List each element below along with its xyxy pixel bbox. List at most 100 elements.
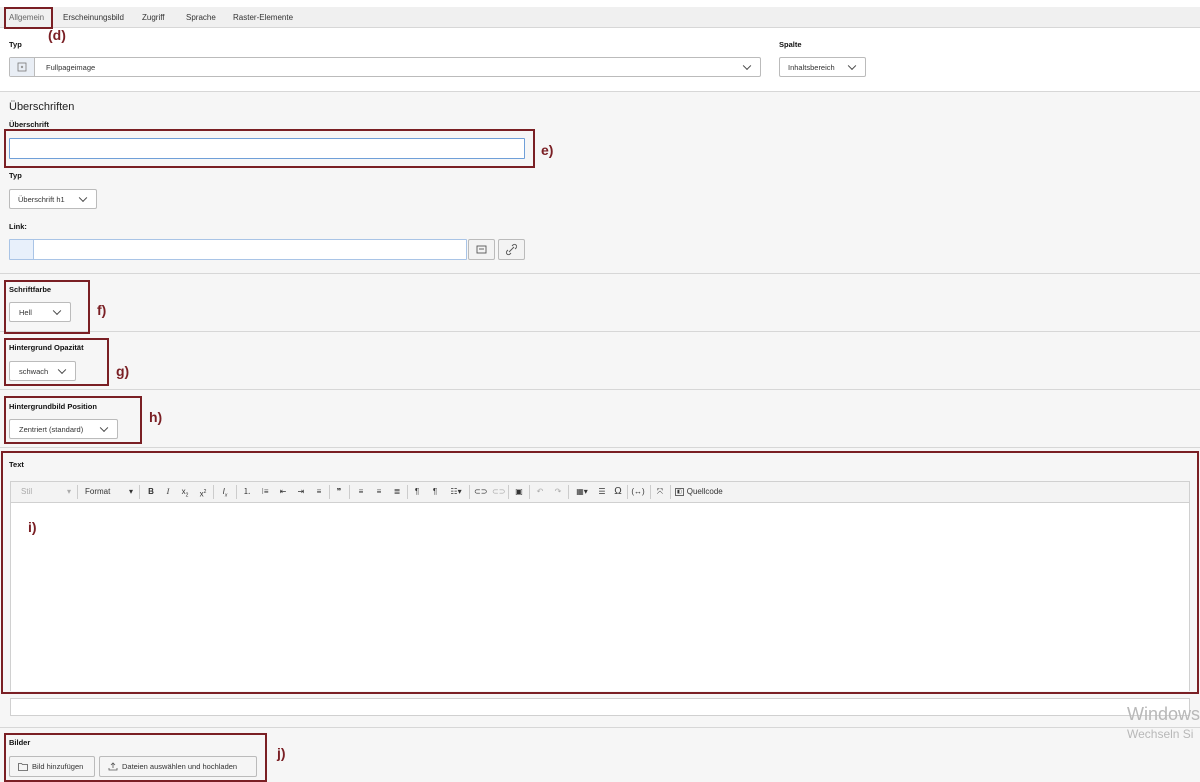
maximize-icon[interactable]: ⤧	[654, 485, 666, 499]
tab-sprache[interactable]: Sprache	[186, 7, 216, 28]
remove-format-icon[interactable]: Ix	[219, 485, 231, 499]
horizontal-rule-icon[interactable]: ☰	[596, 485, 608, 499]
rte-status-bar	[10, 698, 1190, 716]
bild-hinzufuegen-label: Bild hinzufügen	[32, 762, 84, 771]
outdent-icon[interactable]: ⇤	[277, 485, 289, 499]
unlink-icon[interactable]: ⊂⊃	[492, 485, 505, 499]
rte-toolbar: Stil ▾ Format ▾ B I x2 x2 Ix ⒈ ⁝≡ ⇤ ⇥ ≡ …	[10, 481, 1190, 503]
toolbar-separator	[213, 485, 214, 499]
annotation-f: f)	[97, 302, 107, 318]
tab-raster-elemente[interactable]: Raster-Elemente	[233, 7, 293, 28]
align-center-icon[interactable]: ≡	[373, 485, 385, 499]
bild-hinzufuegen-button[interactable]: Bild hinzufügen	[9, 756, 95, 777]
bold-icon[interactable]: B	[146, 485, 156, 499]
toolbar-separator	[236, 485, 237, 499]
link-input[interactable]	[9, 239, 467, 260]
opazitaet-label: Hintergrund Opazität	[9, 343, 84, 352]
link-browser-icon	[476, 245, 487, 254]
folder-icon	[18, 763, 28, 771]
annotation-d: (d)	[48, 27, 66, 43]
heading-typ-label: Typ	[9, 171, 22, 180]
spalte-select[interactable]: Inhaltsbereich	[779, 57, 866, 77]
undo-icon[interactable]: ↶	[534, 485, 546, 499]
toolbar-separator	[349, 485, 350, 499]
chevron-down-icon	[742, 61, 752, 71]
source-code-icon: ◧	[675, 487, 684, 496]
watermark-wechseln: Wechseln Si	[1127, 727, 1194, 741]
watermark-windows: Windows	[1127, 704, 1200, 724]
section-heading-ueberschriften: Überschriften	[9, 101, 75, 113]
schriftfarbe-section	[0, 273, 1200, 331]
opazitaet-value: schwach	[19, 366, 49, 376]
toolbar-separator	[529, 485, 530, 499]
dateien-hochladen-button[interactable]: Dateien auswählen und hochladen	[99, 756, 257, 777]
toolbar-separator	[329, 485, 330, 499]
heading-typ-select[interactable]: Überschrift h1	[9, 189, 97, 209]
heading-typ-value: Überschrift h1	[18, 194, 65, 204]
format-dropdown[interactable]: Format	[85, 485, 110, 499]
subscript-icon[interactable]: x2	[179, 485, 191, 499]
tab-bar: Allgemein Erscheinungsbild Zugriff Sprac…	[0, 7, 1200, 28]
align-left-icon[interactable]: ≡	[355, 485, 367, 499]
dateien-hochladen-label: Dateien auswählen und hochladen	[122, 762, 238, 771]
blockquote-icon[interactable]: ❞	[333, 485, 345, 499]
special-char-icon[interactable]: Ω	[612, 485, 624, 499]
upload-icon	[108, 762, 118, 771]
schriftfarbe-label: Schriftfarbe	[9, 285, 52, 294]
source-code-button[interactable]: ◧ Quellcode	[675, 485, 723, 499]
tab-allgemein[interactable]: Allgemein	[9, 7, 44, 28]
toolbar-separator	[469, 485, 470, 499]
opazitaet-select[interactable]: schwach	[9, 361, 76, 381]
link-browser-button[interactable]	[468, 239, 495, 260]
toolbar-separator	[407, 485, 408, 499]
indent-icon[interactable]: ⇥	[295, 485, 307, 499]
toolbar-separator	[77, 485, 78, 499]
numbered-list-icon[interactable]: ⒈	[241, 485, 253, 499]
rtl-icon[interactable]: ¶	[429, 485, 441, 499]
link-label: Link:	[9, 222, 27, 231]
typ-select[interactable]: Fullpageimage	[9, 57, 761, 77]
spalte-label: Spalte	[779, 40, 802, 49]
annotation-i: i)	[28, 519, 37, 535]
chevron-down-icon: ▾	[129, 487, 134, 496]
tab-zugriff[interactable]: Zugriff	[142, 7, 165, 28]
bilder-label: Bilder	[9, 738, 31, 747]
toolbar-separator	[508, 485, 509, 499]
typ-select-value: Fullpageimage	[46, 62, 96, 72]
image-icon	[10, 58, 35, 76]
annotation-j: j)	[277, 745, 286, 761]
schriftfarbe-value: Hell	[19, 307, 32, 317]
bullet-list-icon[interactable]: ⁝≡	[259, 485, 271, 499]
schriftfarbe-select[interactable]: Hell	[9, 302, 71, 322]
styles-list-icon[interactable]: ☷▾	[447, 485, 465, 499]
position-label: Hintergrundbild Position	[9, 402, 97, 411]
align-justify-icon[interactable]: ≣	[391, 485, 403, 499]
link-chain-button[interactable]	[498, 239, 525, 260]
tab-erscheinungsbild[interactable]: Erscheinungsbild	[63, 7, 124, 28]
ueberschrift-input[interactable]	[9, 138, 525, 159]
link-prefix	[10, 240, 34, 259]
redo-icon[interactable]: ↷	[552, 485, 564, 499]
link-icon[interactable]: ⊂⊃	[474, 485, 487, 499]
superscript-icon[interactable]: x2	[197, 485, 209, 499]
italic-icon[interactable]: I	[163, 485, 173, 499]
typ-label: Typ	[9, 40, 22, 49]
chevron-down-icon	[52, 306, 62, 316]
chevron-down-icon: ▾	[67, 487, 72, 496]
annotation-h: h)	[149, 409, 163, 425]
rte-content-area[interactable]	[10, 503, 1190, 691]
annotation-e: e)	[541, 142, 554, 158]
table-icon[interactable]: ▦▾	[573, 485, 591, 499]
stil-dropdown[interactable]: Stil	[21, 485, 32, 499]
position-select[interactable]: Zentriert (standard)	[9, 419, 118, 439]
ltr-icon[interactable]: ¶	[411, 485, 423, 499]
soft-hyphen-icon[interactable]: (↔)	[631, 485, 645, 499]
ueberschrift-label: Überschrift	[9, 120, 50, 129]
chevron-down-icon	[57, 365, 67, 375]
paste-icon[interactable]: ▣	[513, 485, 525, 499]
chevron-down-icon	[847, 61, 857, 71]
toolbar-separator	[627, 485, 628, 499]
source-code-label: Quellcode	[686, 487, 723, 496]
indent-more-icon[interactable]: ≡	[313, 485, 325, 499]
chevron-down-icon	[99, 423, 109, 433]
